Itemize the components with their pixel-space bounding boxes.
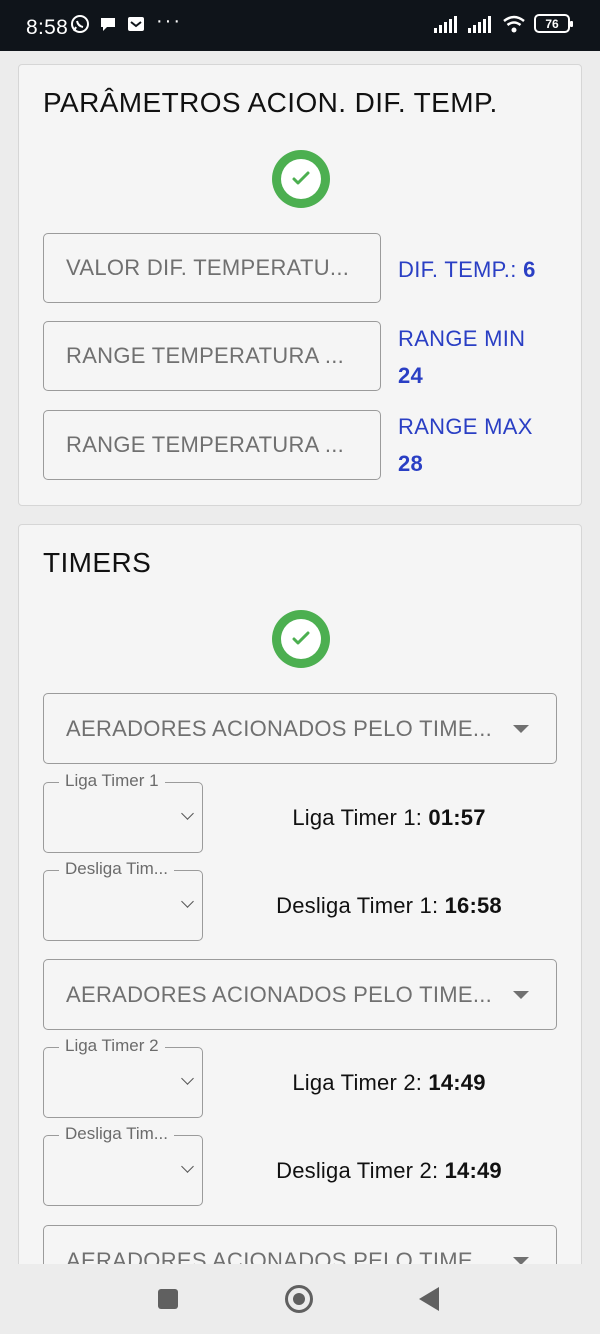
liga-timer-1-select[interactable]: Liga Timer 1 [43, 771, 203, 853]
dropdown-arrow-icon [513, 991, 529, 999]
chevron-down-icon [181, 1072, 194, 1085]
back-button[interactable] [419, 1287, 439, 1311]
dif-temp-input[interactable] [66, 255, 366, 281]
liga-timer-2-legend: Liga Timer 2 [59, 1036, 165, 1056]
aerators-select-3-value: AERADORES ACIONADOS PELO TIME... [66, 1247, 493, 1265]
range-max-readout: RANGE MAX 28 [398, 408, 533, 482]
range-min-field[interactable] [43, 321, 381, 391]
liga-timer-1-value: 01:57 [428, 805, 486, 830]
notification-icons [70, 14, 146, 34]
liga-timer-1-readout: Liga Timer 1: 01:57 [209, 805, 569, 831]
desliga-timer-2-legend: Desliga Tim... [59, 1124, 174, 1144]
whatsapp-icon [71, 15, 89, 33]
navigation-bar [0, 1264, 600, 1334]
content-scroll[interactable]: PARÂMETROS ACION. DIF. TEMP. DIF. TEMP.:… [0, 51, 600, 1264]
desliga-timer-2-label: Desliga Timer 2: [276, 1158, 439, 1183]
timers-card-title: TIMERS [43, 547, 152, 578]
desliga-timer-1-value: 16:58 [444, 893, 502, 918]
liga-timer-1-label: Liga Timer 1: [292, 805, 423, 830]
desliga-timer-2-select[interactable]: Desliga Tim... [43, 1124, 203, 1206]
params-card: PARÂMETROS ACION. DIF. TEMP. DIF. TEMP.:… [18, 64, 582, 506]
desliga-timer-1-readout: Desliga Timer 1: 16:58 [209, 893, 569, 919]
desliga-timer-1-legend: Desliga Tim... [59, 859, 174, 879]
dif-temp-value: 6 [523, 257, 536, 282]
desliga-timer-1-select[interactable]: Desliga Tim... [43, 859, 203, 941]
home-button[interactable] [285, 1285, 313, 1313]
chevron-down-icon [181, 807, 194, 820]
dropdown-arrow-icon [513, 1257, 529, 1264]
range-min-value: 24 [398, 363, 424, 388]
range-min-readout: RANGE MIN 24 [398, 320, 525, 394]
range-max-value: 28 [398, 451, 424, 476]
recents-button[interactable] [158, 1289, 178, 1309]
chat-bubble-icon [101, 18, 115, 31]
range-max-input[interactable] [66, 432, 366, 458]
aerators-select-3[interactable]: AERADORES ACIONADOS PELO TIME... [43, 1225, 557, 1264]
range-max-field[interactable] [43, 410, 381, 480]
timers-card: TIMERS AERADORES ACIONADOS PELO TIME... … [18, 524, 582, 1264]
aerators-select-1-value: AERADORES ACIONADOS PELO TIME... [66, 715, 493, 741]
system-icons: 76 [434, 14, 573, 33]
range-max-label: RANGE MAX [398, 414, 533, 439]
success-check-icon [272, 150, 330, 208]
signal-icon [434, 15, 457, 33]
signal-icon-2 [468, 15, 491, 33]
dif-temp-readout: DIF. TEMP.: 6 [398, 251, 536, 288]
liga-timer-2-label: Liga Timer 2: [292, 1070, 423, 1095]
more-notifications-icon: ··· [156, 10, 182, 32]
aerators-select-1[interactable]: AERADORES ACIONADOS PELO TIME... [43, 693, 557, 764]
desliga-timer-2-value: 14:49 [444, 1158, 502, 1183]
liga-timer-1-legend: Liga Timer 1 [59, 771, 165, 791]
aerators-select-2-value: AERADORES ACIONADOS PELO TIME... [66, 981, 493, 1007]
dif-temp-label: DIF. TEMP.: [398, 257, 517, 282]
inbox-icon [128, 17, 144, 31]
success-check-icon [272, 610, 330, 668]
liga-timer-2-select[interactable]: Liga Timer 2 [43, 1036, 203, 1118]
battery-icon: 76 [534, 14, 573, 33]
desliga-timer-2-readout: Desliga Timer 2: 14:49 [209, 1158, 569, 1184]
range-min-input[interactable] [66, 343, 366, 369]
status-bar: 8:58 ··· 76 [0, 0, 600, 51]
dif-temp-field[interactable] [43, 233, 381, 303]
liga-timer-2-value: 14:49 [428, 1070, 486, 1095]
battery-level: 76 [545, 16, 559, 31]
wifi-icon [503, 15, 525, 32]
chevron-down-icon [181, 1160, 194, 1173]
aerators-select-2[interactable]: AERADORES ACIONADOS PELO TIME... [43, 959, 557, 1030]
desliga-timer-1-label: Desliga Timer 1: [276, 893, 439, 918]
params-card-title: PARÂMETROS ACION. DIF. TEMP. [43, 87, 498, 118]
chevron-down-icon [181, 895, 194, 908]
status-time: 8:58 [26, 16, 69, 39]
dropdown-arrow-icon [513, 725, 529, 733]
liga-timer-2-readout: Liga Timer 2: 14:49 [209, 1070, 569, 1096]
range-min-label: RANGE MIN [398, 326, 526, 351]
